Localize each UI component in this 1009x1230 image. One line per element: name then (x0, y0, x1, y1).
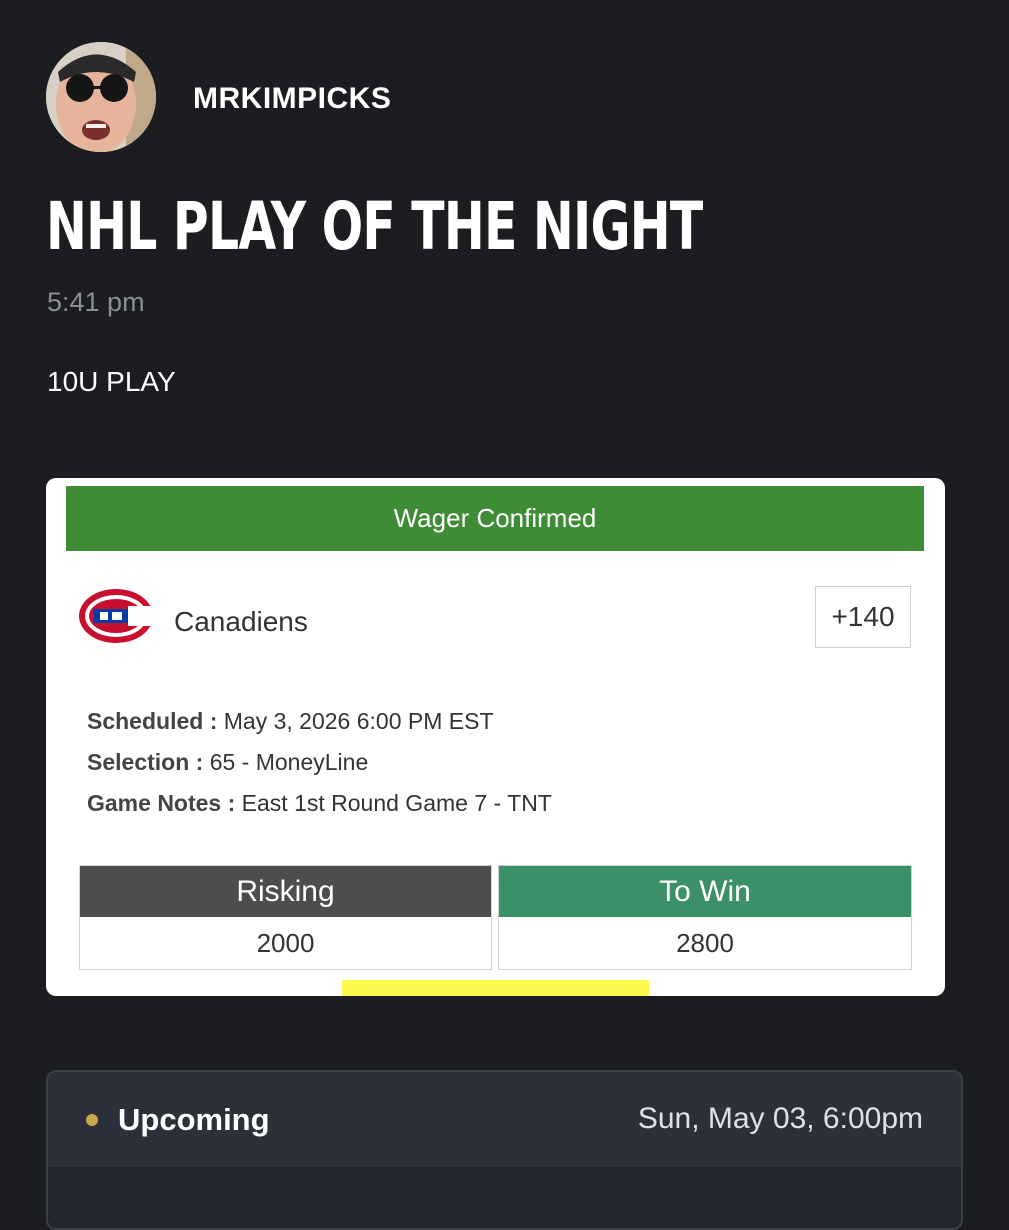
risking-box: Risking 2000 (79, 865, 492, 970)
risking-amount: 2000 (80, 917, 491, 969)
selection-value: 65 - MoneyLine (209, 749, 369, 775)
scheduled-value: May 3, 2026 6:00 PM EST (223, 708, 494, 734)
wager-ticket-image[interactable]: Wager Confirmed Canadiens +140 Scheduled… (46, 478, 945, 996)
selection-row: Selection : 65 - MoneyLine (87, 749, 368, 776)
scheduled-row: Scheduled : May 3, 2026 6:00 PM EST (87, 708, 494, 735)
scheduled-label: Scheduled : (87, 708, 218, 734)
game-notes-row: Game Notes : East 1st Round Game 7 - TNT (87, 790, 552, 817)
canadiens-logo-icon (78, 588, 154, 649)
risking-label: Risking (80, 866, 491, 917)
game-notes-value: East 1st Round Game 7 - TNT (241, 790, 552, 816)
status-header: Upcoming Sun, May 03, 6:00pm (48, 1072, 961, 1167)
team-name: Canadiens (174, 606, 308, 637)
status-dot-icon (86, 1114, 98, 1126)
post-title: NHL PLAY OF THE NIGHT (46, 188, 703, 265)
selection-label: Selection : (87, 749, 204, 775)
post-body-text: 10U PLAY (47, 366, 176, 397)
post-timestamp: 5:41 pm (47, 287, 145, 317)
game-notes-label: Game Notes : (87, 790, 236, 816)
status-label: Upcoming (118, 1102, 270, 1137)
highlight-mark (342, 980, 649, 996)
to-win-label: To Win (499, 866, 911, 917)
username[interactable]: MRKIMPICKS (193, 82, 391, 116)
odds-box: +140 (815, 586, 911, 648)
avatar[interactable] (46, 42, 156, 152)
wager-confirmed-banner: Wager Confirmed (66, 486, 924, 551)
to-win-box: To Win 2800 (498, 865, 912, 970)
game-date: Sun, May 03, 6:00pm (637, 1102, 923, 1135)
game-status-card[interactable]: Upcoming Sun, May 03, 6:00pm (46, 1070, 963, 1230)
to-win-amount: 2800 (499, 917, 911, 969)
